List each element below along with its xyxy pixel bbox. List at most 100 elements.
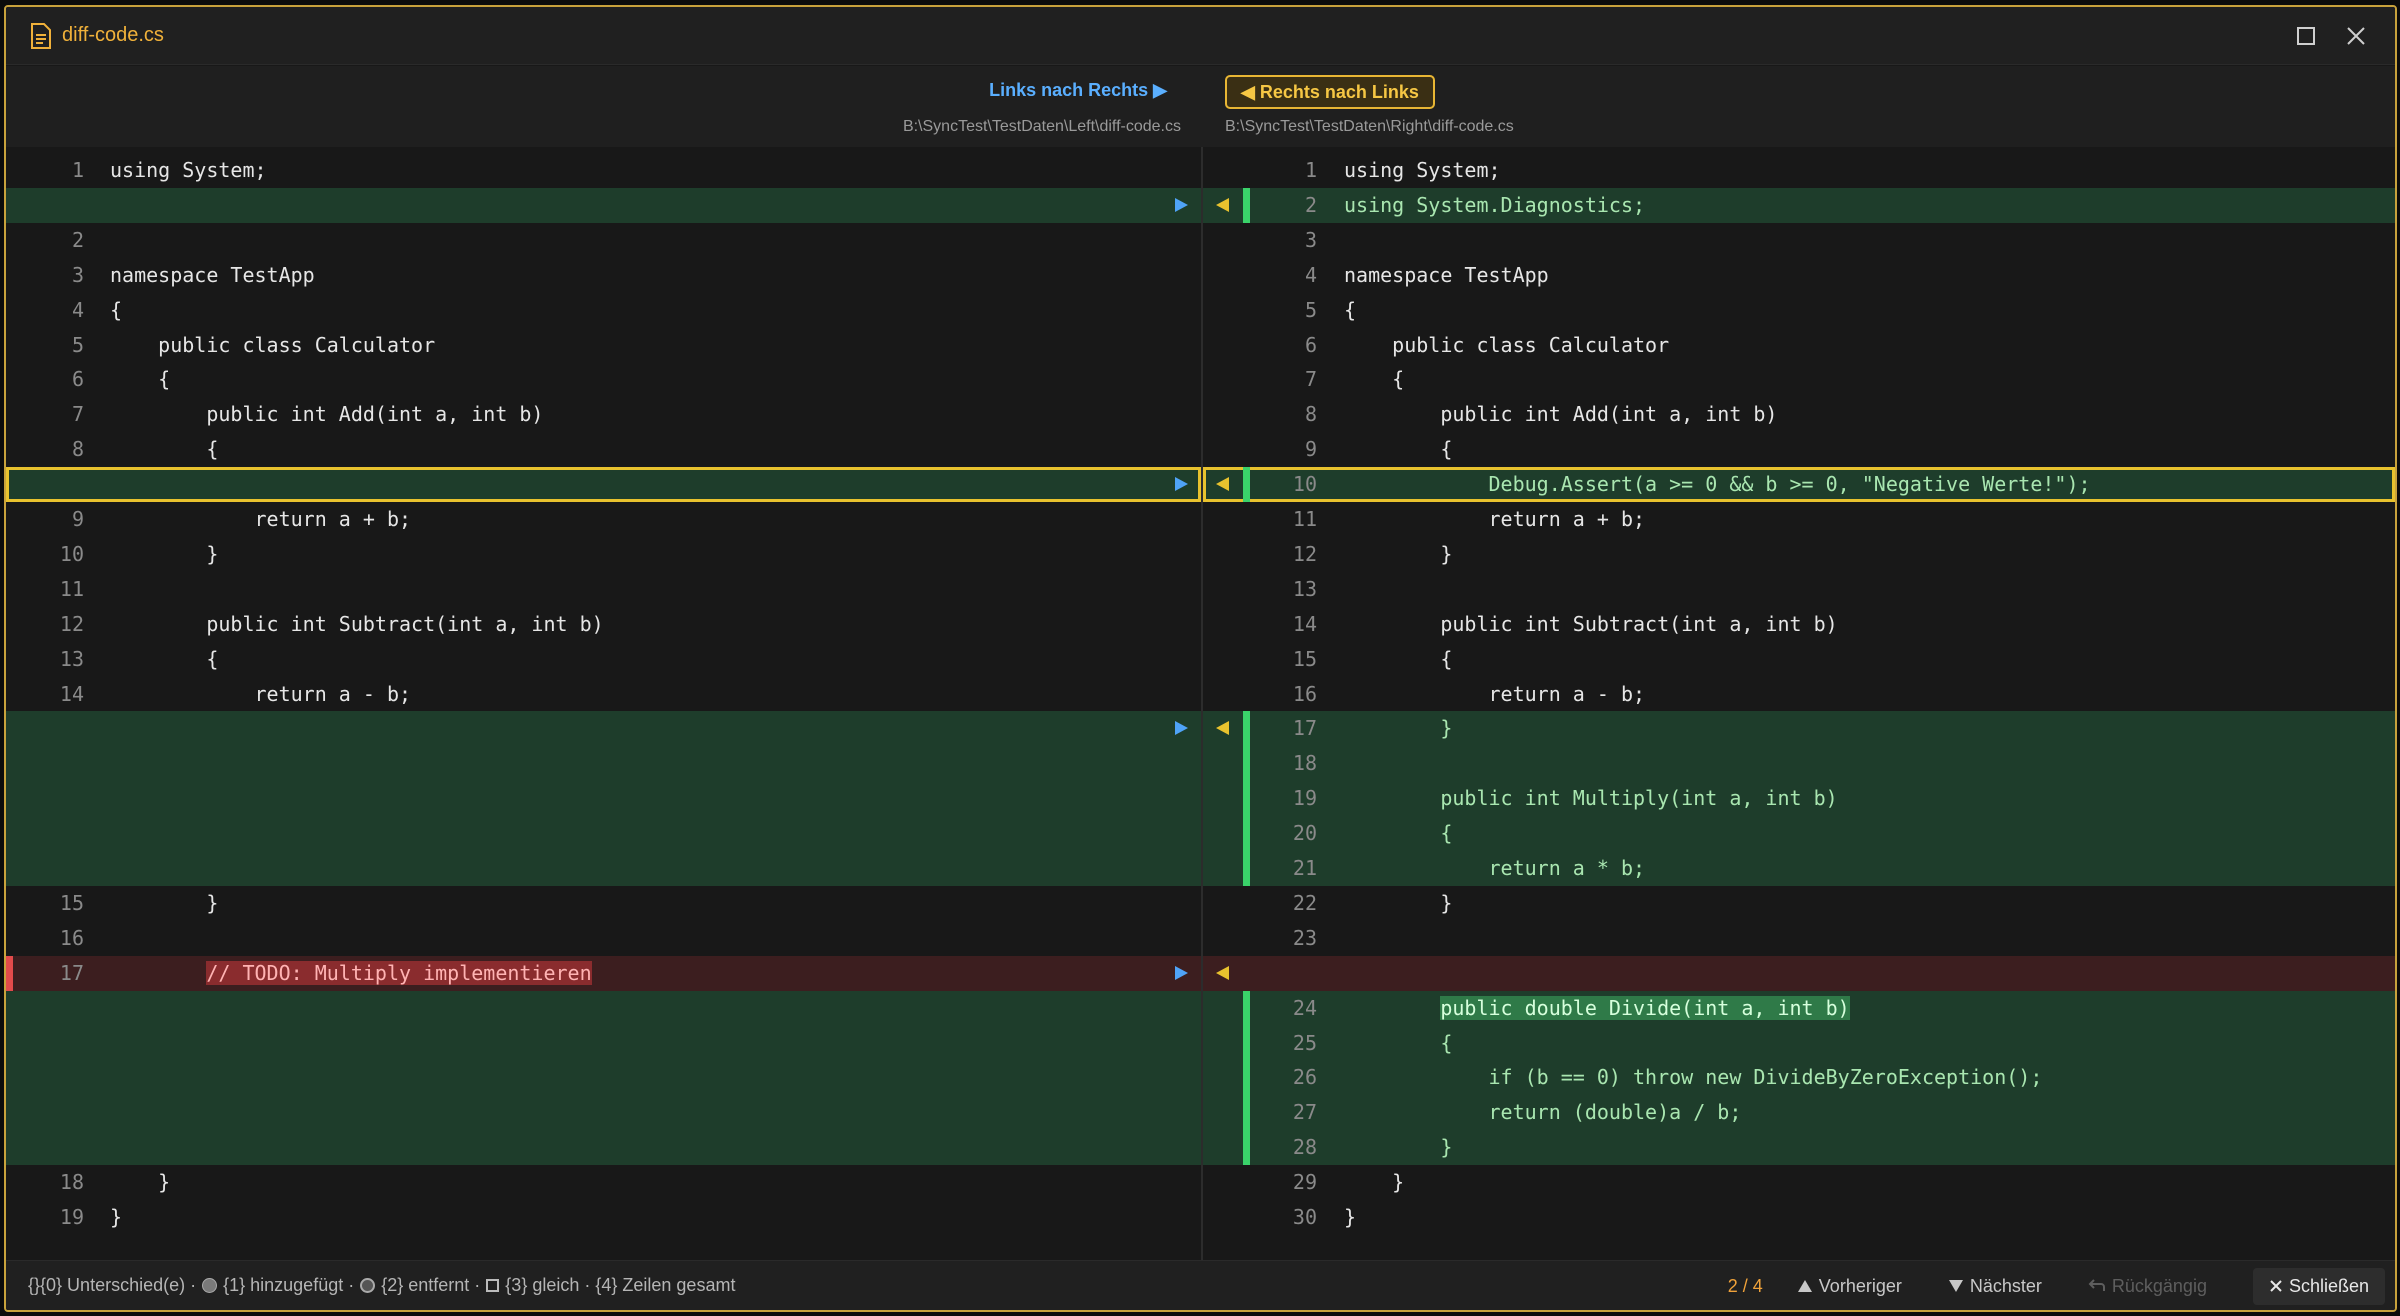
code-line[interactable]: 16 return a - b; [1203,677,2395,712]
line-number: 18 [1292,751,1317,776]
code-line[interactable] [6,1095,1201,1131]
close-icon[interactable] [2341,21,2371,51]
next-button[interactable]: Nächster [1948,1276,2042,1297]
code-line[interactable]: 16 [6,921,1201,956]
code-line[interactable]: 10 Debug.Assert(a >= 0 && b >= 0, "Negat… [1203,467,2395,503]
code-line[interactable]: 9 return a + b; [6,502,1201,537]
line-number: 8 [71,437,84,462]
code-line[interactable]: 26 if (b == 0) throw new DivideByZeroExc… [1203,1060,2395,1096]
code-line[interactable]: 24 public double Divide(int a, int b) [1203,990,2395,1026]
equal-square-icon [486,1279,500,1292]
line-number: 29 [1292,1170,1317,1195]
code-line[interactable]: 6 public class Calculator [1203,328,2395,363]
code-line[interactable]: 11 [6,572,1201,607]
right-header: ◀ Rechts nach Links B:\SyncTest\TestDate… [1203,66,2395,147]
legend-diff: {}{0} Unterschied(e) · [28,1275,197,1295]
left-pane[interactable]: 1 using System; 2 3 namespace TestApp 4{5 pub… [6,147,1201,1264]
code-line[interactable]: 20 { [1203,816,2395,852]
code-line[interactable]: 23 [1203,921,2395,956]
code-line[interactable]: 6 { [6,362,1201,397]
line-number: 5 [71,332,84,357]
code-line[interactable]: 17 // TODO: Multiply implementieren [6,955,1201,991]
code-line[interactable]: 15 { [1203,642,2395,677]
close-button[interactable]: Schließen [2252,1267,2385,1305]
code-line[interactable] [6,1060,1201,1096]
code-line[interactable]: 14 return a - b; [6,677,1201,712]
code-line[interactable] [6,816,1201,852]
previous-button[interactable]: Vorheriger [1797,1276,1902,1297]
code-line[interactable]: 13 [1203,572,2395,607]
code-line[interactable]: 5{ [1203,293,2395,328]
code-line[interactable]: 14 public int Subtract(int a, int b) [1203,607,2395,642]
code-line[interactable]: 18 } [6,1165,1201,1200]
code-line[interactable]: 4{ [6,293,1201,328]
code-line[interactable]: 11 return a + b; [1203,502,2395,537]
copy-right-arrow-icon[interactable] [1171,474,1191,494]
code-line[interactable] [6,851,1201,886]
code-line[interactable] [6,990,1201,1026]
copy-right-arrow-icon[interactable] [1171,963,1191,983]
code-line[interactable]: 12 } [1203,537,2395,572]
code-line[interactable]: 13 { [6,642,1201,677]
code-line[interactable] [1203,955,2395,991]
code-line[interactable] [6,187,1201,223]
line-number: 8 [1304,402,1317,427]
code-line[interactable]: 5 public class Calculator [6,328,1201,363]
code-line[interactable]: 9 { [1203,432,2395,467]
code-line[interactable]: 1 using System; [6,153,1201,188]
copy-left-to-right-button[interactable]: Links nach Rechts ▶ [989,80,1167,101]
code-line[interactable]: 7 { [1203,362,2395,397]
code-line[interactable]: 12 public int Subtract(int a, int b) [6,607,1201,642]
code-line[interactable]: 8 public int Add(int a, int b) [1203,397,2395,432]
status-bar: {}{0} Unterschied(e) · {1} hinzugefügt ·… [6,1260,2395,1310]
code-line[interactable]: 21 return a * b; [1203,851,2395,886]
copy-left-arrow-icon[interactable] [1213,474,1233,494]
code-line[interactable]: 18 [1203,746,2395,782]
code-line[interactable] [6,746,1201,782]
code-line[interactable]: 15 } [6,886,1201,921]
code-line[interactable]: 2 using System.Diagnostics; [1203,187,2395,223]
code-line[interactable]: 8 { [6,432,1201,467]
code-line[interactable] [6,1025,1201,1061]
code-line[interactable]: 3 namespace TestApp [6,258,1201,293]
diff-header: Links nach Rechts ▶ B:\SyncTest\TestDate… [6,66,2395,147]
code-line[interactable]: 3 [1203,223,2395,258]
code-line[interactable]: 1 using System; [1203,153,2395,188]
code-line[interactable]: 30} [1203,1200,2395,1235]
code-line[interactable]: 28 } [1203,1130,2395,1166]
copy-right-arrow-icon[interactable] [1171,718,1191,738]
added-dot-icon [202,1278,218,1293]
code-text: } [1344,1205,1357,1229]
code-line[interactable] [6,711,1201,747]
code-line[interactable] [6,781,1201,817]
code-line[interactable]: 22 } [1203,886,2395,921]
copy-left-arrow-icon[interactable] [1213,718,1233,738]
added-marker [1243,1095,1250,1131]
code-line[interactable]: 29 } [1203,1165,2395,1200]
code-line[interactable]: 7 public int Add(int a, int b) [6,397,1201,432]
right-pane[interactable]: 1 using System; 2 using System.Diagnostics;… [1203,147,2395,1264]
code-line[interactable]: 19 public int Multiply(int a, int b) [1203,781,2395,817]
code-line[interactable]: 17 } [1203,711,2395,747]
line-number: 12 [59,611,84,636]
code-line[interactable]: 4 namespace TestApp [1203,258,2395,293]
copy-left-arrow-icon[interactable] [1213,195,1233,215]
line-number: 16 [1292,681,1317,706]
copy-left-arrow-icon[interactable] [1213,963,1233,983]
line-number: 11 [1292,507,1317,531]
copy-right-to-left-button[interactable]: ◀ Rechts nach Links [1225,75,1435,109]
code-text: { [110,367,171,392]
code-line[interactable] [6,467,1201,503]
undo-button[interactable]: Rückgängig [2088,1276,2207,1297]
code-line[interactable] [6,1130,1201,1166]
copy-right-arrow-icon[interactable] [1171,195,1191,215]
maximize-icon[interactable] [2291,21,2321,51]
line-number: 4 [71,297,84,322]
code-line[interactable]: 19} [6,1200,1201,1235]
code-line[interactable]: 27 return (double)a / b; [1203,1095,2395,1131]
code-line[interactable]: 2 [6,223,1201,258]
title-bar: diff-code.cs [6,7,2395,65]
code-line[interactable]: 10 } [6,537,1201,572]
window-title: diff-code.cs [62,24,164,46]
code-line[interactable]: 25 { [1203,1025,2395,1061]
